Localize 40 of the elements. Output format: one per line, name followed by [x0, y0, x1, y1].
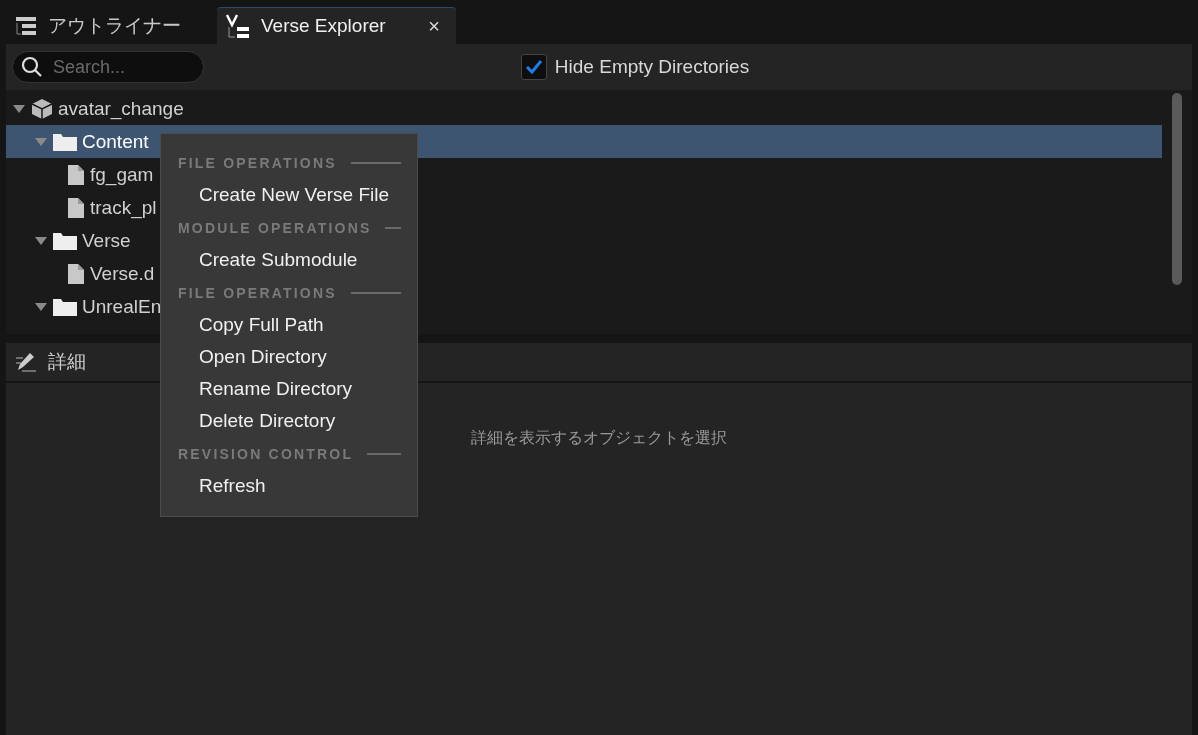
file-icon	[66, 196, 86, 219]
checkbox-label: Hide Empty Directories	[554, 56, 750, 78]
empty-message: 詳細を表示するオブジェクトを選択	[471, 428, 727, 448]
tree-item-label[interactable]: Verse.d	[90, 262, 155, 285]
menu-item[interactable]: Delete Directory	[161, 405, 417, 437]
list-icon	[14, 15, 38, 37]
menu-item[interactable]: Create Submodule	[161, 244, 417, 276]
verse-icon	[225, 13, 251, 39]
folder-icon	[52, 230, 78, 251]
menu-item[interactable]: Rename Directory	[161, 373, 417, 405]
tree-item-label[interactable]: Verse	[82, 229, 131, 252]
menu-section-header: REVISION CONTROL	[178, 445, 354, 462]
file-icon	[66, 163, 86, 186]
tree-item-label[interactable]: UnrealEn	[82, 295, 162, 318]
close-icon[interactable]: ×	[428, 14, 440, 38]
checkbox[interactable]	[520, 54, 547, 80]
menu-section-header: FILE OPERATIONS	[178, 284, 337, 301]
package-icon	[30, 97, 54, 120]
panel-tab[interactable]: アウトライナー	[6, 7, 197, 44]
panel-tab[interactable]: Verse Explorer ×	[217, 7, 456, 44]
folder-icon	[52, 296, 78, 317]
search-icon	[20, 55, 44, 79]
tree-item-label[interactable]: avatar_change	[58, 97, 184, 120]
menu-item[interactable]: Open Directory	[161, 341, 417, 373]
tree-item-label[interactable]: fg_gam	[90, 163, 154, 186]
folder-icon	[52, 131, 78, 152]
menu-item[interactable]: Create New Verse File	[161, 179, 417, 211]
expand-arrow-icon[interactable]	[12, 103, 26, 114]
scrollbar-thumb[interactable]	[1172, 93, 1182, 285]
expand-arrow-icon[interactable]	[34, 301, 48, 312]
search-field[interactable]: Search...	[12, 51, 204, 83]
menu-item[interactable]: Refresh	[161, 470, 417, 502]
expand-arrow-icon[interactable]	[34, 235, 48, 246]
tree-item-label[interactable]: track_pl	[90, 196, 157, 219]
menu-item[interactable]: Copy Full Path	[161, 309, 417, 341]
check-icon	[524, 59, 543, 75]
file-icon	[66, 262, 86, 285]
panel-title: 詳細	[48, 350, 86, 374]
pencil-icon	[14, 350, 38, 374]
menu-section-header: MODULE OPERATIONS	[178, 219, 372, 236]
